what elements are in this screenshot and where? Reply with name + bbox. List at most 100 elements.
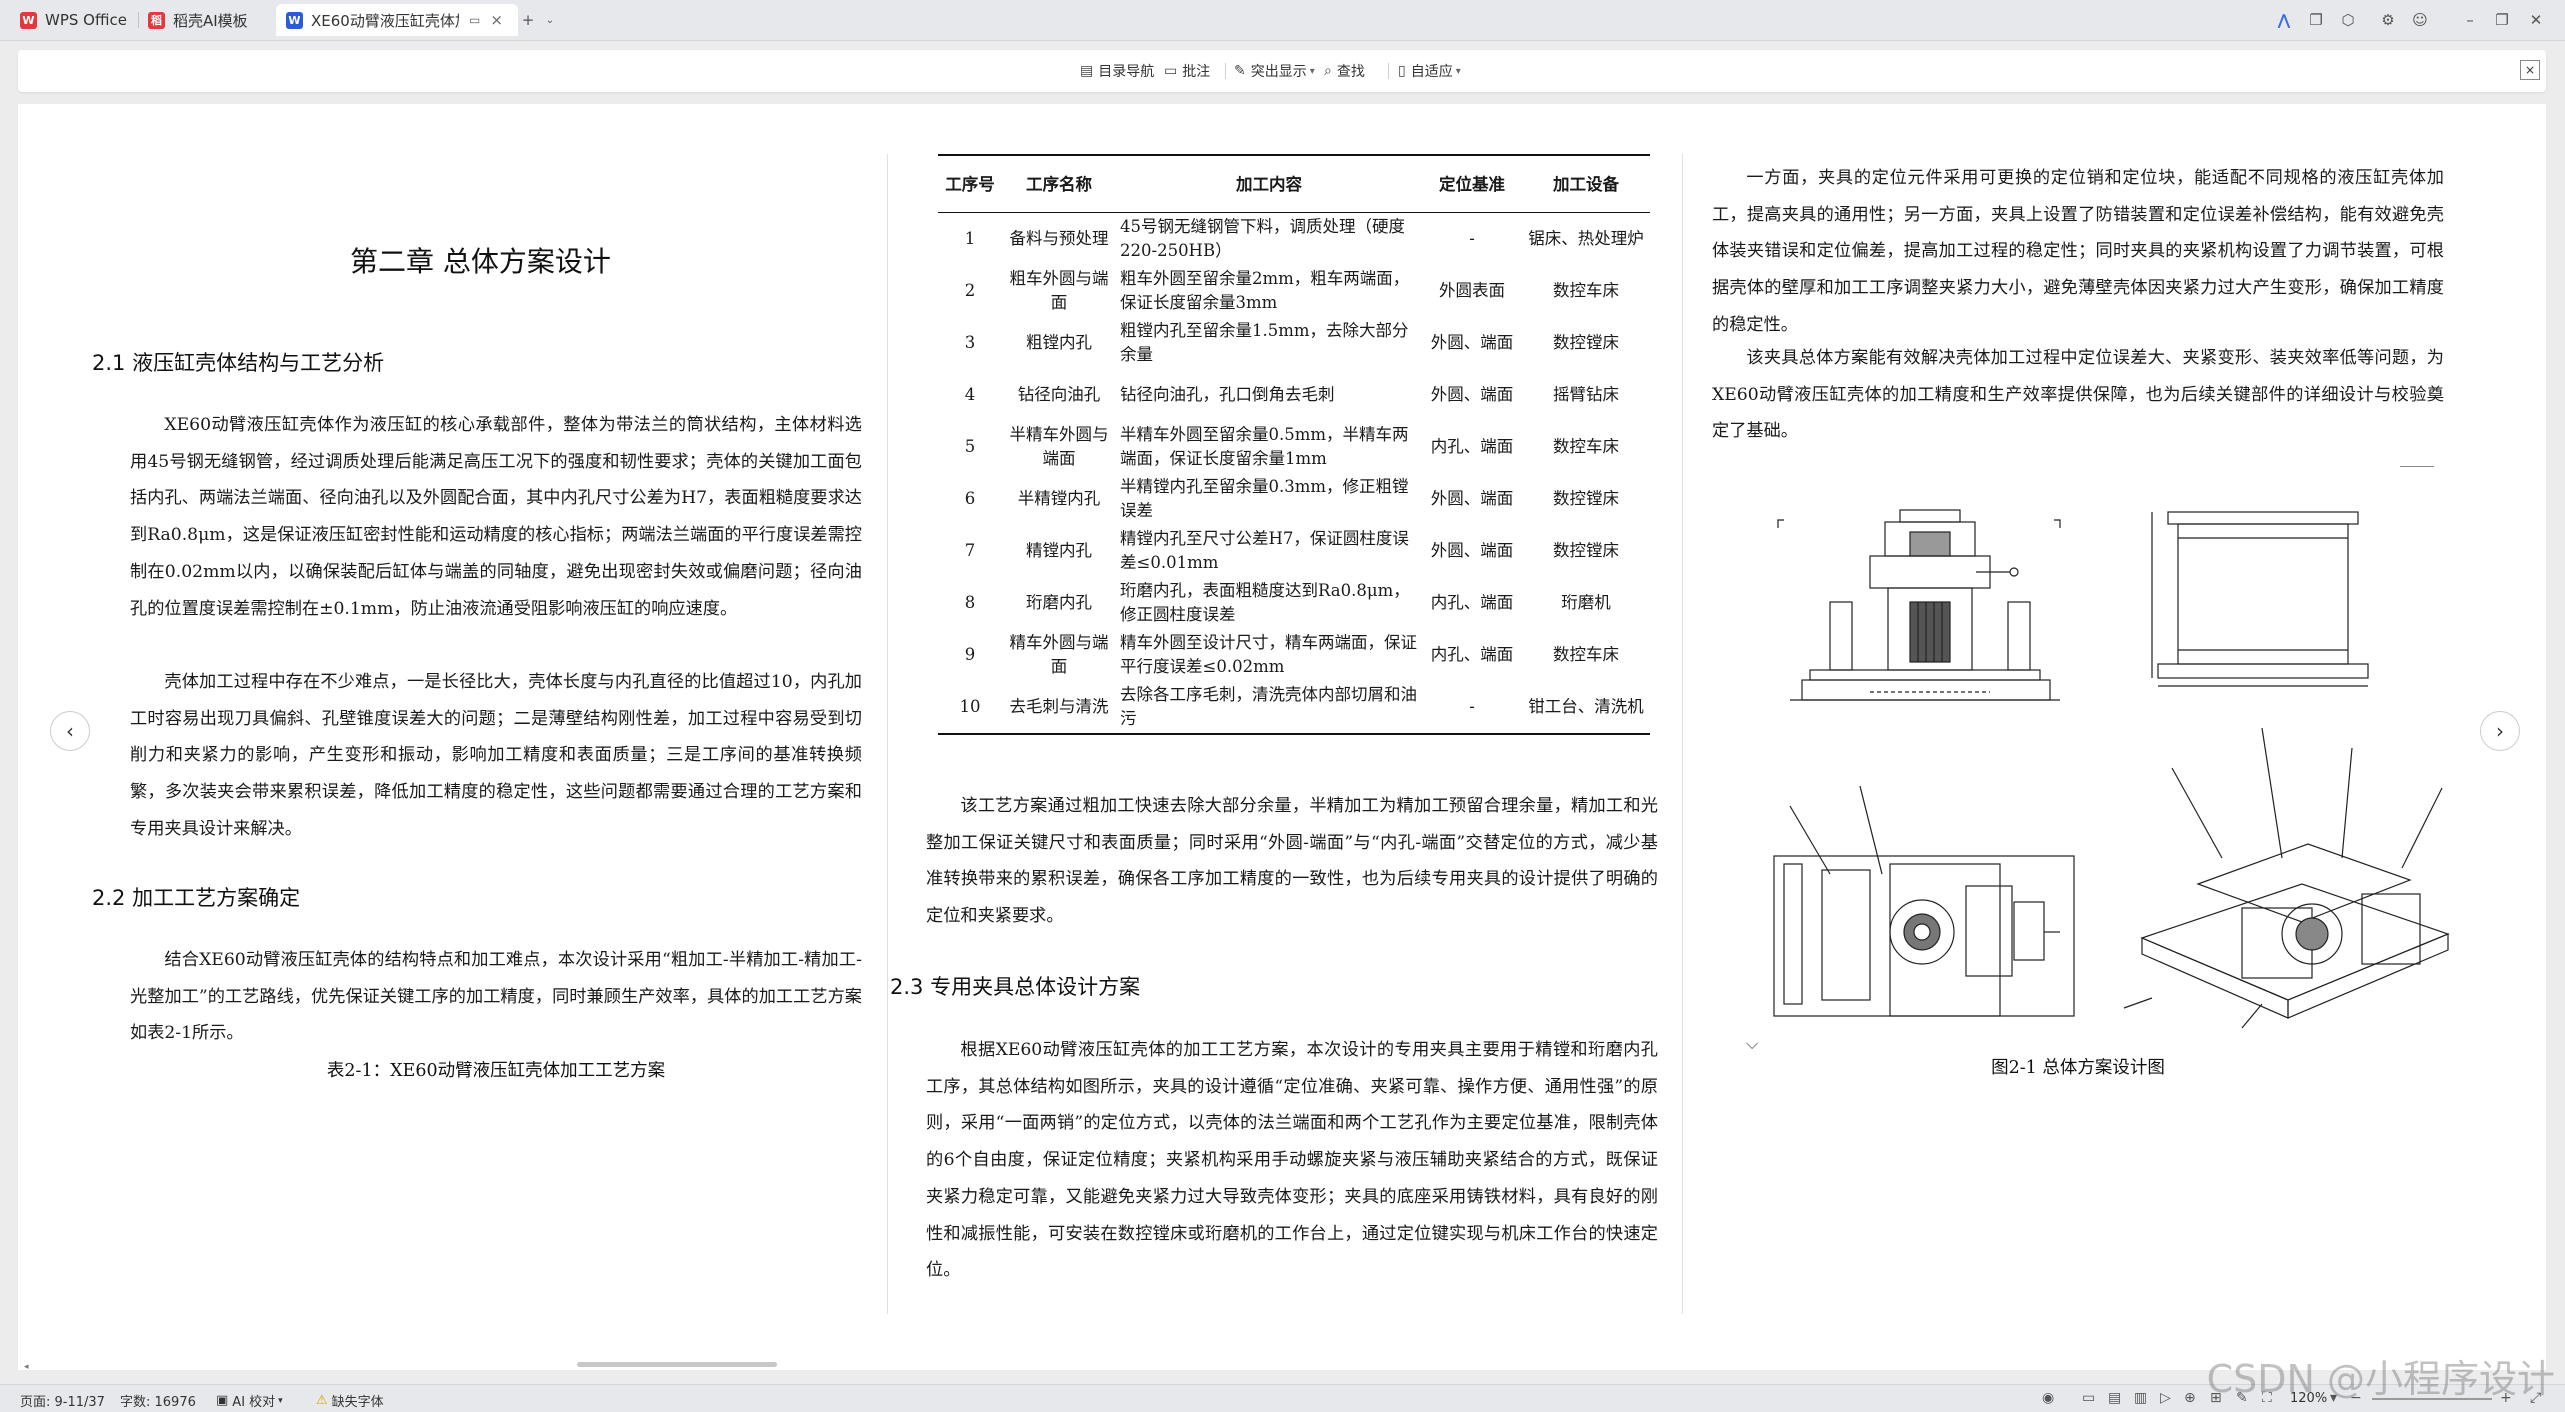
horizontal-scrollbar-thumb[interactable] [577, 1362, 777, 1367]
previous-page-button[interactable]: ‹ [50, 711, 90, 751]
table-cell: 半精车外圆与端面 [1009, 425, 1109, 468]
process-summary-paragraph: 该工艺方案通过粗加工快速去除大部分余量，半精加工为精加工预留合理余量，精加工和光… [926, 796, 1658, 927]
page-indicator[interactable]: 页面: 9-11/37 [20, 1391, 105, 1410]
table-cell: 数控镗床 [1553, 333, 1619, 352]
toc-navigation-button[interactable]: ▤ 目录导航 [1080, 61, 1154, 81]
ai-check-label: AI 校对 [232, 1395, 276, 1410]
eye-protection-icon[interactable]: ◉ [2042, 1390, 2054, 1406]
section-2-2-paragraph-1: 结合XE60动臂液压缸壳体的结构特点和加工难点，本次设计采用“粗加工-半精加工-… [130, 950, 862, 1044]
table-row: 10 去毛刺与清洗 去除各工序毛刺，清洗壳体内部切屑和油污 - 钳工台、清洗机 [938, 681, 1650, 735]
web-view-icon[interactable]: ⊕ [2184, 1390, 2196, 1406]
table-cell: 内孔、端面 [1430, 645, 1514, 664]
tab-list-chevron-icon[interactable]: ⌄ [540, 10, 560, 30]
csdn-watermark: CSDN @小程序设计 [2206, 1357, 2555, 1401]
highlight-dropdown[interactable]: ✎ 突出显示 ▾ [1234, 61, 1315, 81]
tab-docer-ai-templates[interactable]: 稻 稻壳AI模板 [148, 4, 268, 36]
table-row: 2 粗车外圆与端面 粗车外圆至留余量2mm，粗车两端面，保证长度留余量3mm 外圆表面… [938, 265, 1650, 317]
table-header-cell: 加工设备 [1522, 154, 1650, 213]
table-cell: 数控车床 [1553, 281, 1619, 300]
restore-window-icon[interactable]: ❐ [2492, 10, 2512, 30]
window-mode-icon[interactable]: ▭ [469, 13, 480, 27]
table-cell: 外圆、端面 [1430, 333, 1514, 352]
chapter-title: 第二章 总体方案设计 [350, 245, 611, 278]
table-caption: 表2-1：XE60动臂液压缸壳体加工工艺方案 [326, 1061, 666, 1081]
fit-dropdown[interactable]: ▯ 自适应 ▾ [1398, 61, 1461, 81]
table-cell: 2 [964, 281, 976, 300]
tab-document[interactable]: W XE60动臂液压缸壳体加工工 ▭ × [276, 4, 518, 36]
ai-check-icon: ▣ [216, 1393, 229, 1408]
table-cell: 粗镗内孔至留余量1.5mm，去除大部分余量 [1120, 321, 1409, 364]
table-cell: - [1422, 681, 1522, 735]
table-cell: 粗镗内孔 [1026, 333, 1092, 352]
minimize-icon[interactable]: – [2460, 10, 2480, 30]
find-button[interactable]: ⌕ 查找 [1324, 61, 1365, 81]
tab-bar: W WPS Office 稻 稻壳AI模板 W XE60动臂液压缸壳体加工工 ▭… [0, 0, 2565, 41]
missing-font-warning[interactable]: ⚠ 缺失字体 [316, 1391, 384, 1410]
outline-view-icon[interactable]: ▤ [2108, 1390, 2121, 1406]
exit-reading-mode-icon[interactable]: × [2520, 60, 2540, 80]
status-bar: 页面: 9-11/37 字数: 16976 ▣ AI 校对 ▾ ⚠ 缺失字体 ◉… [0, 1384, 2565, 1412]
warning-icon: ⚠ [316, 1393, 328, 1408]
word-count[interactable]: 字数: 16976 [120, 1391, 196, 1410]
tab-divider [138, 12, 139, 28]
fixture-top-view-drawing [1773, 785, 2075, 1017]
highlight-label: 突出显示 [1250, 64, 1307, 80]
chevron-left-icon: ‹ [66, 719, 74, 743]
table-cell: 半精车外圆至留余量0.5mm，半精车两端面，保证长度留余量1mm [1120, 425, 1409, 468]
close-window-icon[interactable]: ✕ [2526, 10, 2546, 30]
tab-wps-office[interactable]: W WPS Office [20, 4, 130, 36]
figure-caption: 图2-1 总体方案设计图 [1991, 1058, 2165, 1078]
next-page-button[interactable]: › [2480, 711, 2520, 751]
table-cell: 精车外圆与端面 [1009, 633, 1109, 676]
ai-check-button[interactable]: ▣ AI 校对 ▾ [216, 1391, 283, 1410]
table-cell: 外圆、端面 [1430, 489, 1514, 508]
search-icon: ⌕ [1324, 63, 1332, 79]
table-cell: 珩磨内孔，表面粗糙度达到Ra0.8μm，修正圆柱度误差 [1120, 581, 1410, 624]
table-cell: 钻径向油孔，孔口倒角去毛刺 [1120, 385, 1335, 404]
highlight-icon: ✎ [1234, 63, 1246, 79]
play-icon[interactable]: ▷ [2160, 1390, 2171, 1406]
settings-gear-icon[interactable]: ⚙ [2378, 10, 2398, 30]
cube-icon[interactable]: ⬡ [2338, 10, 2358, 30]
chevron-down-icon: ▾ [1309, 65, 1315, 77]
fixture-side-view-drawing [2151, 511, 2369, 687]
table-header-cell: 工序号 [938, 154, 1002, 213]
tab-label: XE60动臂液压缸壳体加工工 [311, 11, 459, 30]
comment-label: 批注 [1182, 64, 1211, 80]
table-cell: 10 [938, 681, 1002, 735]
chevron-down-icon: ▾ [278, 1395, 283, 1406]
window-layout-icon[interactable]: ❐ [2306, 10, 2326, 30]
comment-icon: ▭ [1164, 63, 1178, 79]
close-tab-icon[interactable]: × [490, 11, 503, 29]
chevron-right-icon: › [2496, 719, 2504, 743]
table-cell: 内孔、端面 [1430, 437, 1514, 456]
table-cell: 数控镗床 [1553, 489, 1619, 508]
table-cell: 9 [964, 645, 976, 664]
document-pages: 第二章 总体方案设计 2.1 液压缸壳体结构与工艺分析 XE60动臂液压缸壳体作… [18, 104, 2546, 1370]
table-header-cell: 加工内容 [1116, 154, 1422, 213]
ai-assistant-icon[interactable]: ⋀ [2274, 10, 2294, 30]
comment-button[interactable]: ▭ 批注 [1164, 61, 1210, 81]
table-cell: 钻径向油孔 [1017, 385, 1101, 404]
table-header-cell: 工序名称 [1002, 154, 1116, 213]
table-row: 9 精车外圆与端面 精车外圆至设计尺寸，精车两端面，保证平行度误差≤0.02mm 内孔… [938, 629, 1650, 681]
table-cell: 外圆表面 [1439, 281, 1505, 300]
page-view-icon[interactable]: ▭ [2082, 1390, 2095, 1406]
reading-toolbar: ▤ 目录导航 ▭ 批注 ✎ 突出显示 ▾ ⌕ 查找 ▯ 自适应 ▾ × [18, 50, 2546, 92]
user-avatar-icon[interactable]: ☺ [2410, 10, 2430, 30]
table-row: 8 珩磨内孔 珩磨内孔，表面粗糙度达到Ra0.8μm，修正圆柱度误差 内孔、端面 珩磨机 [938, 577, 1650, 629]
table-cell: 钳工台、清洗机 [1522, 681, 1650, 735]
fixture-isometric-view-drawing [2123, 727, 2450, 1029]
chevron-down-icon: ▾ [1455, 65, 1461, 77]
table-cell: 锯床、热处理炉 [1528, 229, 1644, 248]
fixture-conclusion-paragraph: 该夹具总体方案能有效解决壳体加工过程中定位误差大、夹紧变形、装夹效率低等问题，为… [1712, 348, 2444, 442]
new-tab-icon[interactable]: + [518, 10, 538, 30]
table-cell: 精车外圆至设计尺寸，精车两端面，保证平行度误差≤0.02mm [1120, 633, 1417, 676]
reading-mode-icon[interactable]: ▥ [2134, 1390, 2147, 1406]
toolbar-divider [1388, 63, 1389, 79]
table-cell: 半精镗内孔 [1017, 489, 1101, 508]
table-cell: 45号钢无缝钢管下料，调质处理（硬度220-250HB） [1120, 217, 1405, 260]
scroll-left-icon[interactable]: ◂ [24, 1362, 29, 1372]
section-2-2-heading: 2.2 加工工艺方案确定 [92, 886, 301, 910]
table-cell: 5 [964, 437, 976, 456]
